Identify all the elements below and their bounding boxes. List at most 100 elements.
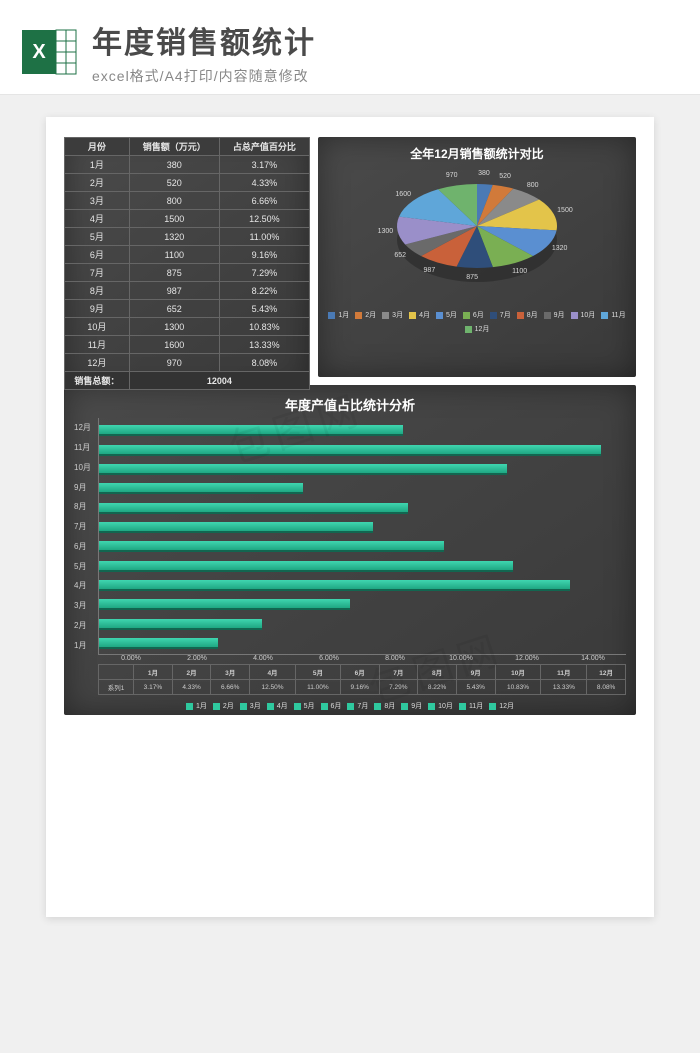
series-table-cell: 13.33% [541, 680, 587, 695]
series-table-cell: 6.66% [211, 680, 250, 695]
series-label: 系列1 [99, 680, 134, 695]
legend-item: 11月 [601, 310, 625, 320]
bar [99, 425, 403, 434]
legend-item: 12月 [465, 324, 490, 334]
total-value: 12004 [129, 372, 309, 390]
total-label: 销售总额： [65, 372, 130, 390]
series-table-header: 6月 [340, 665, 379, 680]
page-subtitle: excel格式/A4打印/内容随意修改 [92, 66, 678, 86]
bar [99, 580, 570, 589]
table-cell: 11.00% [219, 228, 309, 246]
table-cell: 1300 [129, 318, 219, 336]
legend-item: 10月 [428, 701, 453, 711]
excel-file-icon: X [22, 24, 78, 80]
bar-x-tick: 10.00% [428, 655, 494, 662]
bar-y-label: 9月 [74, 482, 94, 493]
bar-x-tick: 0.00% [98, 655, 164, 662]
table-cell: 9.16% [219, 246, 309, 264]
legend-item: 1月 [328, 310, 349, 320]
legend-item: 7月 [490, 310, 511, 320]
legend-item: 4月 [267, 701, 288, 711]
table-cell: 5.43% [219, 300, 309, 318]
pie-data-label: 1600 [395, 191, 411, 198]
table-cell: 1600 [129, 336, 219, 354]
bar-row [99, 517, 626, 536]
bar-chart-title: 年度产值占比统计分析 [74, 391, 626, 418]
bar [99, 445, 601, 454]
table-header-row: 月份 销售额（万元） 占总产值百分比 [65, 138, 310, 156]
bar-x-tick: 4.00% [230, 655, 296, 662]
bar-x-tick: 12.00% [494, 655, 560, 662]
series-table-cell: 12.50% [250, 680, 296, 695]
table-row: 12月9708.08% [65, 354, 310, 372]
col-percent: 占总产值百分比 [219, 138, 309, 156]
series-table-cell: 9.16% [340, 680, 379, 695]
bar [99, 619, 262, 628]
series-table-header: 4月 [250, 665, 296, 680]
legend-item: 12月 [489, 701, 514, 711]
bar-chart [98, 418, 626, 655]
bar-row [99, 594, 626, 613]
series-table-header: 2月 [172, 665, 211, 680]
series-table-cell: 8.22% [418, 680, 457, 695]
bar-row [99, 420, 626, 439]
bar-row [99, 555, 626, 574]
bar-y-label: 5月 [74, 561, 94, 572]
legend-item: 9月 [401, 701, 422, 711]
series-table-header: 10月 [495, 665, 541, 680]
bar-row [99, 459, 626, 478]
series-table-cell: 3.17% [134, 680, 173, 695]
table-row: 9月6525.43% [65, 300, 310, 318]
table-cell: 1320 [129, 228, 219, 246]
series-table-cell: 11.00% [295, 680, 340, 695]
table-cell: 7.29% [219, 264, 309, 282]
sales-data-table: 月份 销售额（万元） 占总产值百分比 1月3803.17%2月5204.33%3… [64, 137, 310, 390]
table-cell: 652 [129, 300, 219, 318]
series-table-header: 11月 [541, 665, 587, 680]
template-header: X 年度销售额统计 excel格式/A4打印/内容随意修改 [0, 0, 700, 95]
bar [99, 599, 350, 608]
table-cell: 1100 [129, 246, 219, 264]
table-cell: 10月 [65, 318, 130, 336]
series-table-cell: 8.08% [587, 680, 626, 695]
bar [99, 464, 507, 473]
table-cell: 1500 [129, 210, 219, 228]
series-table-header: 8月 [418, 665, 457, 680]
document-preview: 月份 销售额（万元） 占总产值百分比 1月3803.17%2月5204.33%3… [46, 117, 654, 917]
table-cell: 13.33% [219, 336, 309, 354]
table-row: 11月160013.33% [65, 336, 310, 354]
bar-row [99, 536, 626, 555]
table-row: 2月5204.33% [65, 174, 310, 192]
table-cell: 12月 [65, 354, 130, 372]
bar-row [99, 439, 626, 458]
table-cell: 520 [129, 174, 219, 192]
legend-item: 3月 [382, 310, 403, 320]
bar [99, 561, 513, 570]
bar-y-label: 1月 [74, 640, 94, 651]
table-cell: 4.33% [219, 174, 309, 192]
table-row: 8月9878.22% [65, 282, 310, 300]
legend-item: 4月 [409, 310, 430, 320]
table-cell: 7月 [65, 264, 130, 282]
bar [99, 541, 444, 550]
legend-item: 7月 [347, 701, 368, 711]
table-row: 5月132011.00% [65, 228, 310, 246]
legend-item: 3月 [240, 701, 261, 711]
table-cell: 1月 [65, 156, 130, 174]
table-row: 6月11009.16% [65, 246, 310, 264]
pie-data-label: 652 [394, 252, 406, 259]
bar-y-label: 2月 [74, 620, 94, 631]
bar-row [99, 497, 626, 516]
legend-item: 1月 [186, 701, 207, 711]
bar-x-tick: 2.00% [164, 655, 230, 662]
bar-y-axis: 1月2月3月4月5月6月7月8月9月10月11月12月 [74, 418, 98, 655]
bar-y-label: 6月 [74, 541, 94, 552]
table-cell: 8.08% [219, 354, 309, 372]
bar-y-label: 10月 [74, 462, 94, 473]
bar-y-label: 7月 [74, 521, 94, 532]
table-cell: 10.83% [219, 318, 309, 336]
table-cell: 9月 [65, 300, 130, 318]
bar [99, 483, 303, 492]
table-cell: 11月 [65, 336, 130, 354]
series-table-cell: 10.83% [495, 680, 541, 695]
